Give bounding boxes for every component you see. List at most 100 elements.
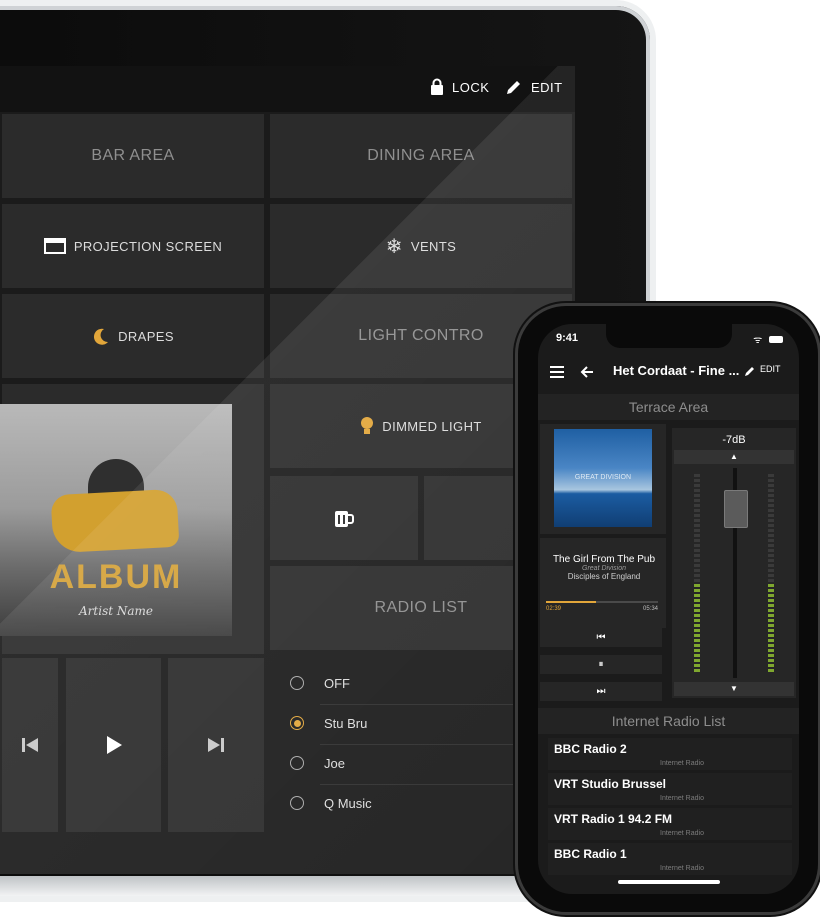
radio-dot[interactable] (290, 756, 304, 770)
station-type: Internet Radio (660, 865, 704, 872)
station-type: Internet Radio (660, 760, 704, 767)
lightbulb-icon (361, 417, 374, 434)
meter-segment (694, 624, 700, 627)
tile-vents[interactable]: ❄ VENTS (270, 204, 572, 288)
radio-dot[interactable] (290, 796, 304, 810)
pencil-icon[interactable] (744, 365, 756, 377)
meter-segment (768, 549, 774, 552)
back-arrow-icon[interactable] (580, 365, 594, 379)
meter-segment (768, 669, 774, 672)
meter-segment (694, 604, 700, 607)
edit-button[interactable]: EDIT (760, 364, 781, 374)
phone-next-button[interactable]: ⏭ (540, 682, 662, 701)
volume-down-button[interactable]: ▼ (674, 682, 794, 696)
meter-segment (768, 479, 774, 482)
meter-segment (694, 584, 700, 587)
phone-previous-button[interactable]: ⏮ (540, 628, 662, 647)
station-name: BBC Radio 2 (554, 742, 627, 756)
meter-segment (768, 629, 774, 632)
album-thumbnail: GREAT DIVISION (554, 429, 652, 527)
station-item[interactable]: VRT Radio 1 94.2 FM Internet Radio (548, 808, 792, 840)
lock-button[interactable]: LOCK (430, 78, 489, 96)
screen-icon (43, 238, 66, 254)
meter-segment (694, 514, 700, 517)
section-title: Terrace Area (538, 394, 799, 420)
track-artist: Disciples of England (567, 572, 641, 581)
tile-label: DIMMED LIGHT (382, 418, 482, 434)
phone-pause-button[interactable]: ⏸ (540, 655, 662, 674)
tile-drink[interactable] (270, 476, 418, 560)
radio-label: Joe (324, 755, 345, 771)
radio-dot-selected[interactable] (290, 716, 304, 730)
meter-segment (768, 644, 774, 647)
meter-segment (694, 594, 700, 597)
meter-segment (694, 659, 700, 662)
meter-segment (768, 619, 774, 622)
track-title: The Girl From The Pub (552, 554, 656, 565)
edit-button[interactable]: EDIT (505, 78, 563, 96)
radio-label: Stu Bru (324, 715, 368, 731)
meter-segment (694, 639, 700, 642)
fader-handle[interactable] (724, 490, 748, 528)
meter-segment (694, 504, 700, 507)
next-button[interactable] (168, 658, 264, 832)
meter-segment (768, 579, 774, 582)
mug-icon (335, 511, 354, 527)
top-bar: LOCK EDIT (0, 66, 575, 112)
meter-segment (694, 529, 700, 532)
tile-bar-area[interactable]: BAR AREA (2, 114, 264, 198)
meter-segment (694, 619, 700, 622)
tile-drapes[interactable]: DRAPES (2, 294, 264, 378)
meter-segment (694, 649, 700, 652)
tile-projection-screen[interactable]: PROJECTION SCREEN (2, 204, 264, 288)
meter-segment (694, 549, 700, 552)
meter-segment (694, 519, 700, 522)
meter-segment (694, 664, 700, 667)
radio-dot[interactable] (290, 676, 304, 690)
play-button[interactable] (66, 658, 161, 832)
meter-segment (694, 539, 700, 542)
meter-segment (694, 534, 700, 537)
phone-screen: 9:41 ᯤ Het Cordaat - Fine ... EDIT Terra… (538, 324, 799, 894)
nav-title: Het Cordaat - Fine ... (613, 363, 740, 378)
home-indicator (618, 880, 720, 884)
laptop-base (0, 876, 600, 896)
progress-bar[interactable] (546, 601, 658, 603)
meter-segment (768, 534, 774, 537)
pause-icon: ⏸ (598, 659, 604, 670)
meter-segment (768, 604, 774, 607)
radio-label: Q Music (324, 795, 372, 811)
station-item[interactable]: BBC Radio 2 Internet Radio (548, 738, 792, 770)
meter-segment (694, 479, 700, 482)
tile-label: RADIO LIST (374, 599, 468, 616)
tile-dining-area[interactable]: DINING AREA (270, 114, 572, 198)
meter-segment (694, 564, 700, 567)
meter-segment (694, 569, 700, 572)
meter-segment (694, 574, 700, 577)
station-item[interactable]: VRT Studio Brussel Internet Radio (548, 773, 792, 805)
station-name: VRT Studio Brussel (554, 777, 667, 791)
meter-segment (768, 559, 774, 562)
progress-times: 02:39 05:34 (546, 606, 658, 612)
meter-segment (768, 659, 774, 662)
tile-label: DINING AREA (367, 147, 475, 164)
meter-segment (694, 579, 700, 582)
meter-segment (768, 504, 774, 507)
station-item[interactable]: BBC Radio 1 Internet Radio (548, 843, 792, 875)
level-meter-right (768, 474, 774, 674)
meter-segment (694, 489, 700, 492)
meter-segment (694, 644, 700, 647)
previous-button[interactable] (2, 658, 58, 832)
album-art: ALBUM Artist Name (0, 404, 232, 636)
meter-segment (694, 474, 700, 477)
track-album: Great Division (582, 565, 626, 572)
skip-next-icon (208, 738, 224, 752)
meter-segment (694, 609, 700, 612)
pencil-icon (507, 81, 520, 94)
volume-up-button[interactable]: ▲ (674, 450, 794, 464)
meter-segment (694, 554, 700, 557)
album-title: ALBUM (49, 558, 183, 596)
meter-segment (694, 524, 700, 527)
play-icon (106, 736, 122, 754)
menu-icon[interactable] (550, 366, 564, 378)
